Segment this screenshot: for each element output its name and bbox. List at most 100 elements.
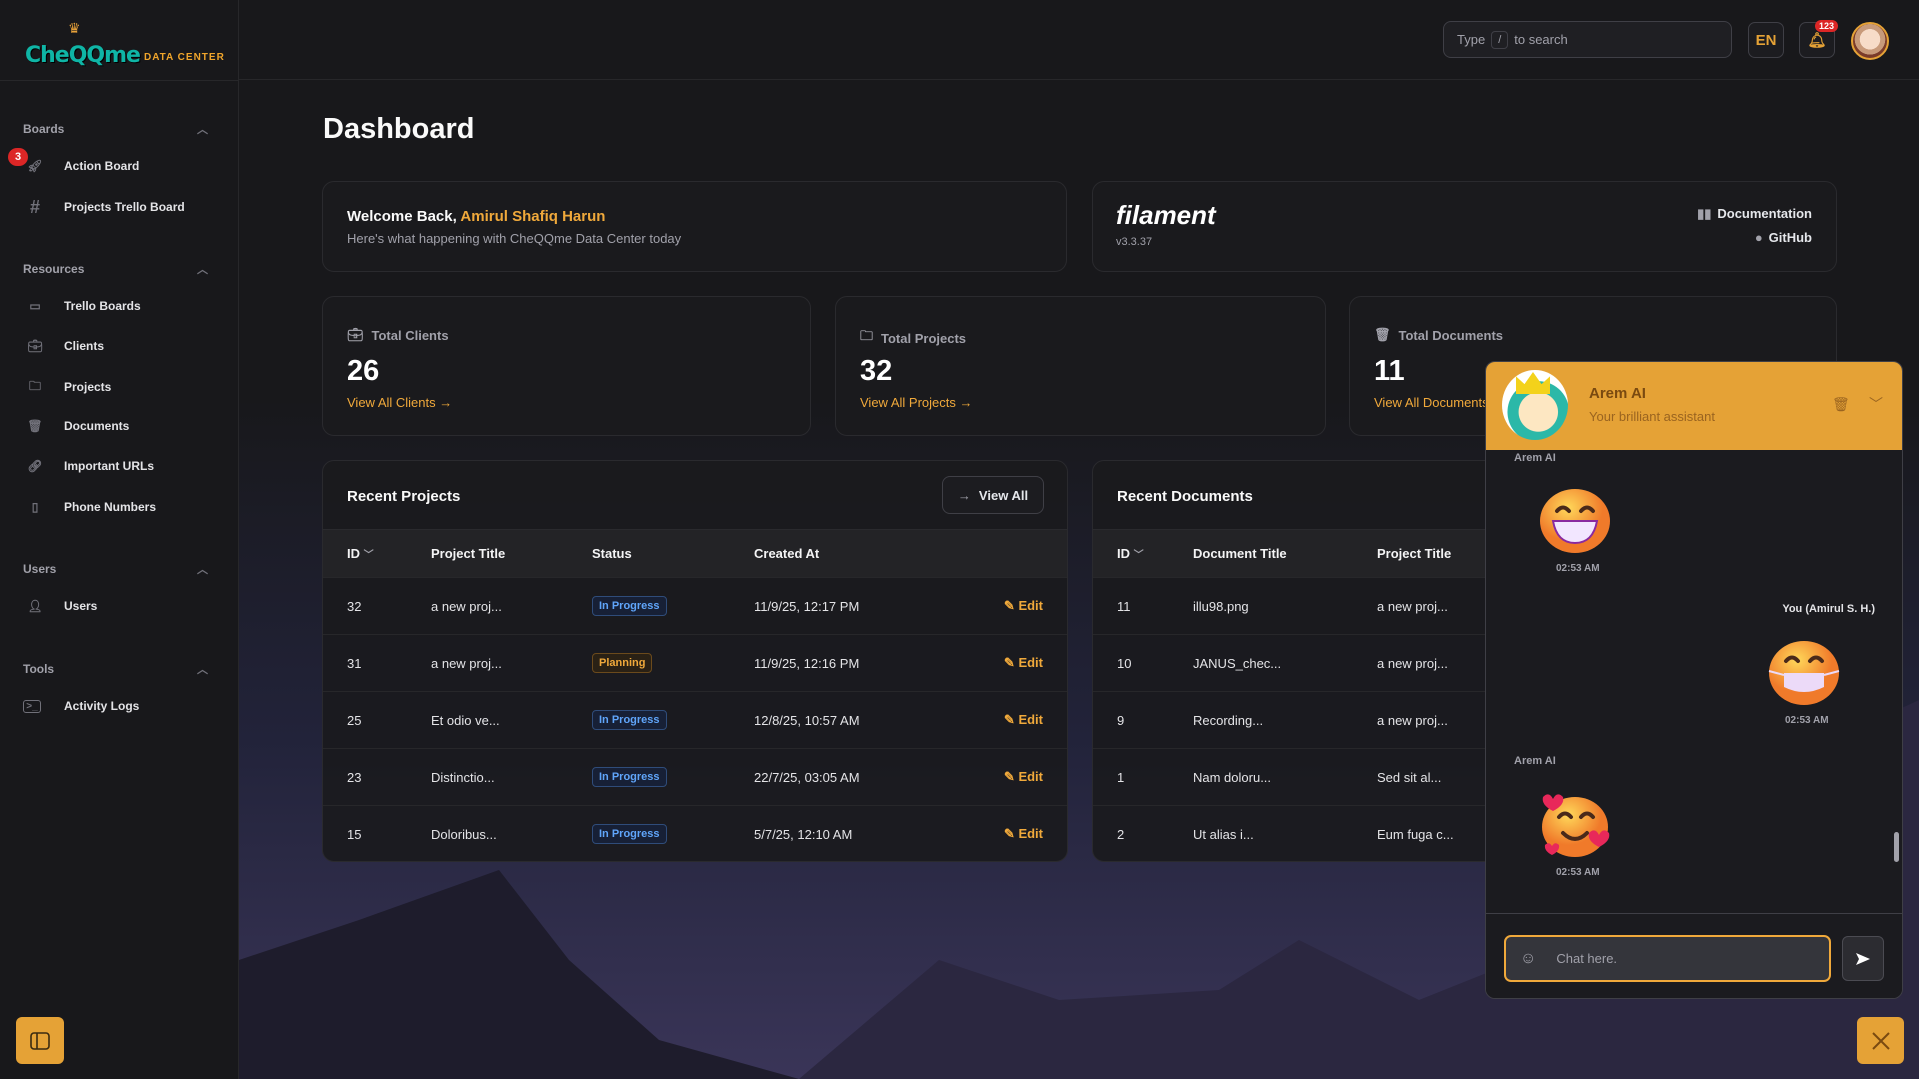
item-label: Projects Trello Board [64, 200, 185, 214]
bot-name: Arem AI [1589, 385, 1646, 402]
user-name: Amirul Shafiq Harun [460, 208, 606, 225]
chat-scrollbar[interactable] [1894, 832, 1899, 862]
status-badge: In Progress [592, 824, 667, 845]
cell-document-title: Ut alias i... [1193, 805, 1377, 861]
sidebar-item-projects[interactable]: 🗀 Projects [23, 371, 218, 403]
chevron-down-icon[interactable]: ﹀ [1869, 394, 1883, 414]
cell-document-title: illu98.png [1193, 577, 1377, 635]
chevron-down-icon[interactable]: ﹀ [364, 550, 374, 561]
column-id[interactable]: ID ﹀ [1093, 529, 1193, 578]
table-row[interactable]: 15 Doloribus... In Progress 5/7/25, 12:10 A… [323, 805, 1067, 861]
edit-button[interactable]: ✎ Edit [949, 805, 1067, 861]
welcome-subtitle: Here's what happening with CheQQme Data … [347, 231, 682, 246]
page-title: Dashboard [323, 113, 475, 145]
language-button[interactable]: EN [1748, 22, 1784, 58]
cell-title: Et odio ve... [431, 691, 592, 749]
app-logo[interactable]: ♛ CheQQme DATA CENTER [25, 20, 225, 68]
item-label: Clients [64, 339, 105, 353]
sidebar-item-activity-logs[interactable]: >_ Activity Logs [23, 690, 218, 722]
view-all-projects-link[interactable]: View All Projects → [860, 395, 972, 410]
column-project-title: Project Title [431, 529, 592, 578]
send-button[interactable] [1842, 936, 1884, 981]
edit-button[interactable]: ✎ Edit [949, 748, 1067, 806]
cell-created: 5/7/25, 12:10 AM [754, 805, 950, 861]
sidebar-item-documents[interactable]: 🗑︎ Documents [23, 410, 218, 442]
group-label: Tools [23, 662, 55, 676]
cell-title: a new proj... [431, 634, 592, 692]
edit-label: Edit [1018, 598, 1043, 613]
search-input[interactable]: Type / to search [1443, 21, 1732, 58]
group-tools[interactable]: Tools ︿ [23, 662, 208, 676]
edit-label: Edit [1018, 712, 1043, 727]
item-label: Projects [64, 380, 112, 394]
notifications-button[interactable]: 🔔︎ 123 [1799, 20, 1838, 58]
chevron-up-icon[interactable]: ︿ [197, 121, 208, 137]
sidebar-item-action-board[interactable]: 3 🚀︎ Action Board [8, 148, 218, 182]
group-label: Users [23, 562, 57, 576]
chat-placeholder: Chat here. [1556, 951, 1618, 966]
sidebar-item-phone-numbers[interactable]: ▯ Phone Numbers [23, 491, 218, 523]
sidebar-toggle-button[interactable] [16, 1017, 64, 1064]
edit-icon: ✎ [1003, 655, 1015, 670]
logo-subtext: DATA CENTER [143, 52, 225, 63]
group-label: Resources [23, 262, 85, 276]
group-users[interactable]: Users ︿ [23, 562, 208, 576]
column-id[interactable]: ID ﹀ [323, 529, 431, 578]
table-row[interactable]: 25 Et odio ve... In Progress 12/8/25, 10:57… [323, 691, 1067, 749]
view-all-clients-link[interactable]: View All Clients → [347, 395, 452, 410]
table-title: Recent Projects [347, 488, 461, 505]
language-label: EN [1755, 31, 1777, 49]
cell-id: 23 [323, 748, 431, 806]
logo-text: CheQQme [25, 43, 141, 68]
edit-button[interactable]: ✎ Edit [949, 634, 1067, 692]
group-boards[interactable]: Boards ︿ [23, 122, 208, 136]
grinning-face-emoji [1540, 489, 1610, 553]
cell-title: Distinctio... [431, 748, 592, 806]
user-avatar[interactable] [1851, 22, 1889, 60]
briefcase-icon: 💼︎ [347, 327, 364, 342]
chevron-up-icon[interactable]: ︿ [197, 261, 208, 277]
table-title: Recent Documents [1117, 488, 1253, 505]
sidebar-item-projects-trello-board[interactable]: # Projects Trello Board [23, 191, 218, 223]
smiling-face-with-hearts-emoji [1542, 794, 1610, 857]
sidebar-item-users[interactable]: 👤︎ Users [23, 590, 218, 622]
cell-title: a new proj... [431, 577, 592, 635]
chevron-down-icon[interactable]: ﹀ [1134, 550, 1144, 561]
sidebar-item-clients[interactable]: 💼︎ Clients [23, 330, 218, 362]
user-icon: 👤︎ [27, 599, 43, 613]
filament-info-card: filament v3.3.37 ▮▮ Documentation ● GitHub [1092, 181, 1837, 272]
chevron-up-icon[interactable]: ︿ [197, 661, 208, 677]
chevron-up-icon[interactable]: ︿ [197, 561, 208, 577]
stat-label: Total Documents [1398, 327, 1504, 343]
github-link[interactable]: ● GitHub [1755, 230, 1812, 245]
table-row[interactable]: 31 a new proj... Planning 11/9/25, 12:16 PM… [323, 634, 1067, 692]
stat-value: 11 [1374, 355, 1405, 387]
cell-status: In Progress [592, 748, 754, 806]
sidebar-icon [30, 1031, 50, 1050]
stat-value: 26 [347, 355, 380, 387]
greeting: Welcome Back, [347, 208, 457, 225]
table-row[interactable]: 23 Distinctio... In Progress 22/7/25, 03:05… [323, 748, 1067, 806]
edit-button[interactable]: ✎ Edit [949, 691, 1067, 749]
terminal-icon: >_ [23, 699, 41, 713]
status-badge: Planning [592, 653, 653, 673]
edit-icon: ✎ [1003, 826, 1015, 842]
close-chat-button[interactable] [1857, 1017, 1904, 1064]
message-sender: Arem AI [1514, 452, 1556, 464]
group-resources[interactable]: Resources ︿ [23, 262, 208, 276]
documentation-link[interactable]: ▮▮ Documentation [1697, 206, 1812, 222]
view-all-button[interactable]: → View All [942, 476, 1044, 514]
edit-label: Edit [1018, 655, 1043, 670]
sidebar-item-important-urls[interactable]: 🔗︎ Important URLs [23, 450, 218, 482]
send-icon [1856, 952, 1870, 965]
trash-icon[interactable]: 🗑︎ [1832, 396, 1850, 413]
table-row[interactable]: 32 a new proj... In Progress 11/9/25, 12:17… [323, 577, 1067, 635]
chat-input[interactable]: ☺ Chat here. [1504, 935, 1831, 982]
cell-created: 22/7/25, 03:05 AM [754, 748, 950, 806]
sidebar-item-trello-boards[interactable]: ▭ Trello Boards [23, 290, 218, 322]
hashtag-icon: # [29, 196, 40, 217]
emoji-picker-icon[interactable]: ☺ [1520, 950, 1536, 968]
edit-button[interactable]: ✎ Edit [949, 577, 1067, 635]
status-badge: In Progress [592, 596, 667, 616]
stat-card-clients: 💼︎ Total Clients 26 View All Clients → [322, 296, 811, 436]
